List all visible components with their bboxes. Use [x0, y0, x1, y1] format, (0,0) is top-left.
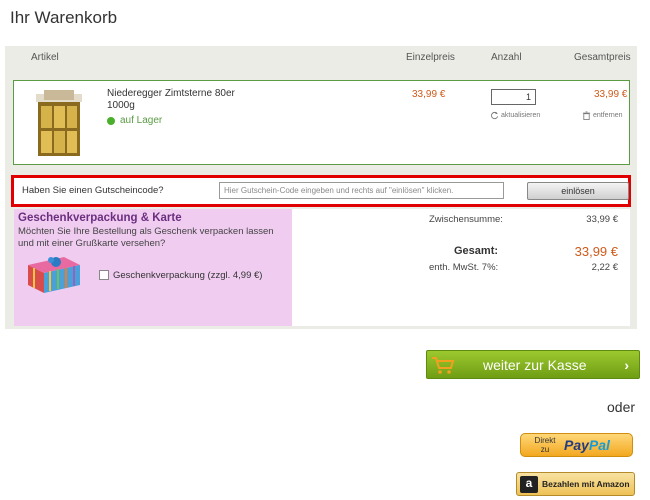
quantity-input[interactable] [491, 89, 536, 105]
page-title: Ihr Warenkorb [10, 8, 118, 27]
chevron-right-icon: › [624, 357, 629, 373]
paypal-direct-label: Direkt zu [534, 436, 556, 454]
header-unit-price: Einzelpreis [406, 52, 455, 63]
cart-icon [432, 357, 455, 374]
subtotal-label: Zwischensumme: [429, 214, 503, 225]
checkout-label: weiter zur Kasse [483, 357, 587, 373]
gift-description: Möchten Sie Ihre Bestellung als Geschenk… [18, 226, 274, 249]
refresh-icon [491, 111, 499, 120]
subtotal-value: 33,99 € [586, 214, 618, 225]
gift-wrap-label[interactable]: Geschenkverpackung (zzgl. 4,99 €) [113, 270, 262, 281]
refresh-link[interactable]: aktualisieren [490, 111, 540, 120]
in-stock-icon [107, 116, 115, 125]
header-quantity: Anzahl [491, 52, 522, 63]
header-article: Artikel [31, 52, 59, 63]
grand-total-label: Gesamt: [454, 245, 499, 257]
gift-wrap-checkbox[interactable] [99, 270, 109, 280]
gift-title: Geschenkverpackung & Karte [18, 212, 182, 224]
stock-status: auf Lager [107, 115, 162, 126]
paypal-button[interactable]: Direkt zu PayPal [520, 433, 633, 457]
checkout-button[interactable]: weiter zur Kasse › [426, 350, 640, 379]
amazon-pay-button[interactable]: a Bezahlen mit Amazon [516, 472, 635, 496]
amazon-icon: a [520, 476, 538, 493]
product-image[interactable] [34, 88, 84, 158]
vat-label: enth. MwSt. 7%: [429, 262, 499, 273]
grand-total-value: 33,99 € [574, 244, 618, 259]
remove-label: entfernen [593, 112, 623, 119]
or-separator: oder [607, 399, 636, 415]
product-name[interactable]: Niederegger Zimtsterne 80er 1000g [107, 88, 247, 112]
redeem-coupon-button[interactable]: einlösen [527, 182, 629, 200]
vat-value: 2,22 € [591, 262, 618, 273]
gift-wrap-panel: Geschenkverpackung & Karte Möchten Sie I… [14, 209, 292, 326]
item-total-price: 33,99 € [594, 89, 628, 100]
trash-icon [582, 111, 591, 120]
coupon-section: Haben Sie einen Gutscheincode? einlösen [11, 175, 631, 207]
paypal-logo: PayPal [564, 437, 610, 453]
stock-label: auf Lager [120, 115, 163, 126]
coupon-label: Haben Sie einen Gutscheincode? [22, 185, 164, 196]
order-summary: Zwischensumme: 33,99 € Gesamt: 33,99 € e… [292, 209, 630, 326]
header-total-price: Gesamtpreis [574, 52, 631, 63]
cart-panel: Artikel Einzelpreis Anzahl Gesamtpreis N… [5, 46, 637, 329]
amazon-pay-label: Bezahlen mit Amazon [542, 479, 630, 489]
remove-link[interactable]: entfernen [582, 111, 623, 120]
gift-package-icon [28, 257, 80, 293]
refresh-label: aktualisieren [501, 112, 541, 119]
coupon-code-input[interactable] [219, 182, 504, 199]
unit-price: 33,99 € [412, 89, 446, 100]
cart-item-row: Niederegger Zimtsterne 80er 1000g auf La… [13, 80, 630, 165]
